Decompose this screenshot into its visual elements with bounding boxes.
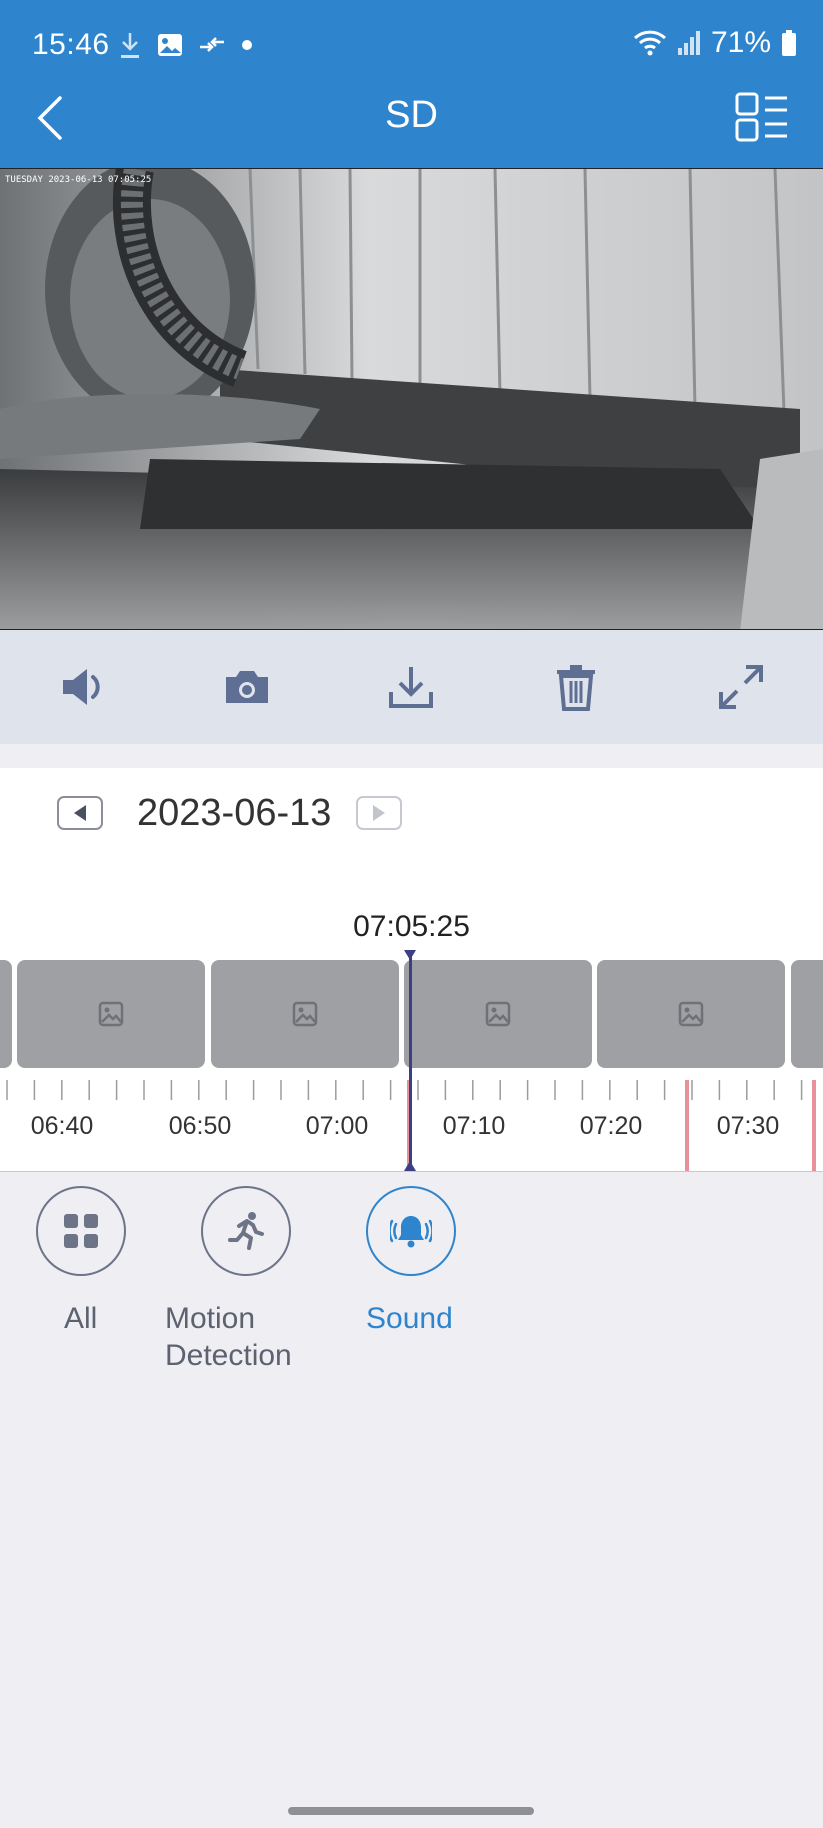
grid-list-icon [735,92,787,142]
wifi-icon [633,30,666,56]
filter-sound-label: Sound [366,1302,453,1335]
trash-icon [557,665,596,711]
volume-button[interactable] [0,630,165,744]
next-day-button[interactable] [356,796,402,830]
filter-sound-circle[interactable] [366,1186,456,1276]
image-placeholder-icon [678,1001,704,1027]
video-timestamp-overlay: TUESDAY 2023-06-13 07:05:25 [5,175,152,185]
grid-icon [64,1214,98,1248]
filter-motion-label: Motion Detection [165,1300,305,1374]
filter-motion-circle[interactable] [201,1186,291,1276]
tick-label: 06:50 [168,1112,232,1140]
status-icons-left [118,30,254,60]
fullscreen-button[interactable] [658,630,823,744]
timeline-thumbnail[interactable] [404,960,592,1068]
filter-motion-label-line1: Motion [165,1302,256,1335]
filter-all-label: All [64,1302,98,1335]
video-player[interactable]: TUESDAY 2023-06-13 07:05:25 [0,168,823,630]
event-filters: All Motion Detection Sound [0,1172,823,1392]
event-marker [685,1080,689,1171]
playhead-bottom-marker [404,1161,416,1171]
timeline-thumbnail[interactable] [791,960,823,1068]
menu-button[interactable] [735,92,789,144]
image-placeholder-icon [485,1001,511,1027]
triangle-left-icon [74,805,86,821]
download-icon [389,667,434,708]
filter-motion-label-line2: Detection [165,1339,292,1372]
triangle-right-icon [373,805,385,821]
playhead-line[interactable] [409,950,412,1171]
selected-date[interactable]: 2023-06-13 [137,792,331,835]
battery-icon [782,30,796,56]
tick-label: 06:40 [30,1112,94,1140]
timeline[interactable]: 06:40 06:50 07:00 07:10 07:20 07:30 [0,950,823,1172]
page-title: SD [385,94,438,136]
timeline-thumbnail[interactable] [17,960,205,1068]
playback-toolbar [0,630,823,744]
filter-all-circle[interactable] [36,1186,126,1276]
timeline-thumbnail[interactable] [0,960,12,1068]
image-placeholder-icon [292,1001,318,1027]
tick-label: 07:00 [305,1112,369,1140]
date-panel: 2023-06-13 07:05:25 [0,768,823,950]
filter-all[interactable]: All [36,1186,176,1337]
bell-ringing-icon [390,1216,432,1248]
playhead-top-marker [404,950,416,960]
image-placeholder-icon [98,1001,124,1027]
delete-button[interactable] [494,630,659,744]
timeline-thumbnail[interactable] [211,960,399,1068]
filter-sound[interactable]: Sound [366,1186,506,1337]
fullscreen-icon [718,665,763,709]
volume-icon [63,669,100,705]
filter-motion-detection[interactable]: Motion Detection [165,1186,305,1374]
timeline-thumbnail[interactable] [597,960,785,1068]
download-button[interactable] [329,630,494,744]
current-playback-time: 07:05:25 [353,910,470,943]
tick-label: 07:20 [579,1112,643,1140]
status-icons-right: 71% [633,26,797,60]
top-bar: 15:46 71% SD [0,0,823,168]
transfer-icon [200,37,224,52]
running-person-icon [228,1212,264,1250]
dot-icon [242,40,252,50]
battery-percent: 71% [710,26,771,59]
camera-feed-image [0,169,823,629]
download-icon [121,33,139,58]
home-indicator[interactable] [288,1807,534,1815]
image-icon [158,34,182,56]
tick-label: 07:10 [442,1112,506,1140]
signal-icon [677,31,700,55]
camera-icon [225,671,268,703]
status-bar: 15:46 71% [0,0,823,92]
snapshot-button[interactable] [165,630,330,744]
previous-day-button[interactable] [57,796,103,830]
status-time: 15:46 [32,28,110,61]
event-marker [812,1080,816,1171]
tick-label: 07:30 [716,1112,780,1140]
